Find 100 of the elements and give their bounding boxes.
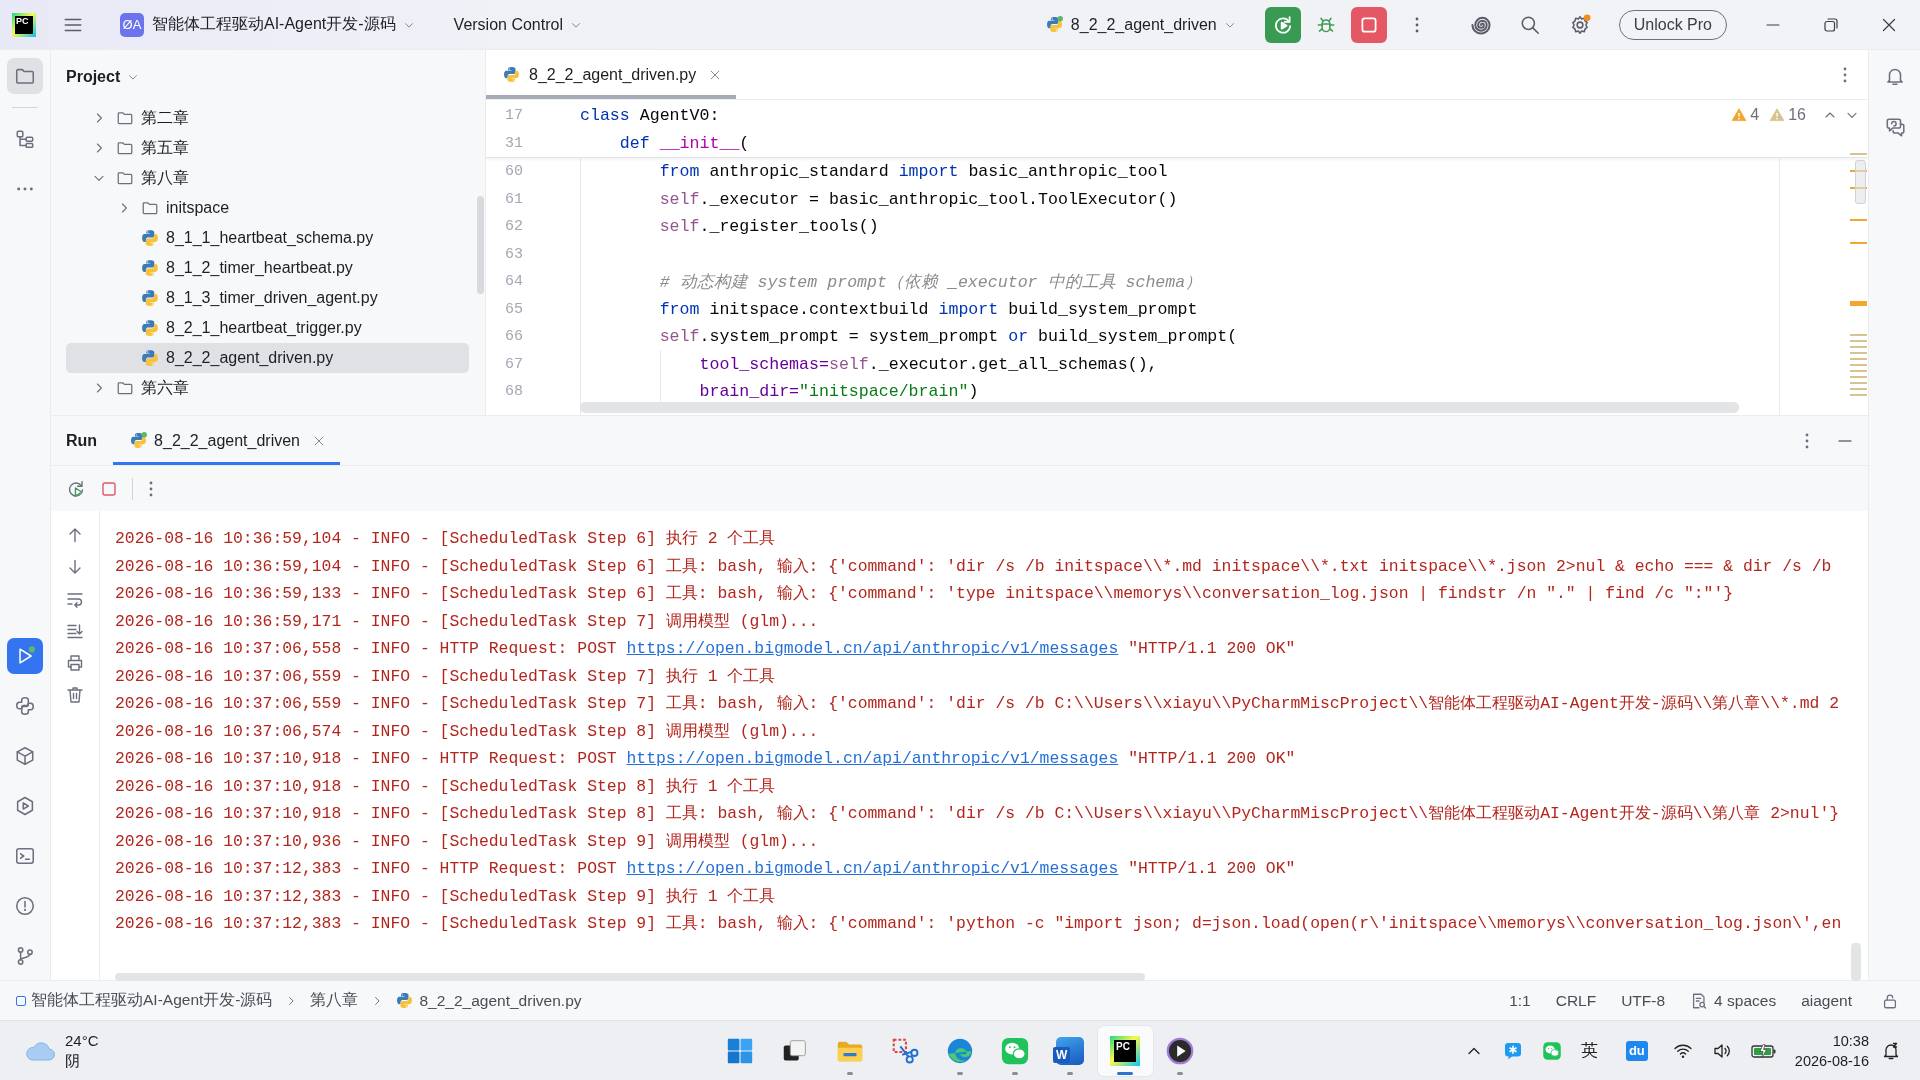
python-icon: [130, 432, 148, 449]
package-icon: [14, 745, 36, 767]
python-file-icon: [396, 992, 414, 1009]
log-line: 2026-08-16 10:37:10,936 - INFO - [ScheduledTask Step 9] 调用模型 (glm)...: [115, 830, 819, 853]
tree-item[interactable]: 第八章: [66, 163, 469, 193]
line-number: 65: [504, 300, 523, 318]
play-circle-icon: [1165, 1035, 1195, 1066]
spiral-icon[interactable]: [1470, 14, 1491, 35]
caret-position[interactable]: 1:1: [1509, 991, 1531, 1010]
code-line[interactable]: class AgentV0:: [523, 106, 720, 126]
project-view-selector[interactable]: Project: [66, 67, 141, 86]
log-line: 2026-08-16 10:37:10,918 - INFO - [ScheduledTask Step 8] 执行 1 个工具: [115, 775, 776, 798]
code-line[interactable]: self.system_prompt = system_prompt or build_system_prompt(: [523, 327, 1238, 347]
breadcrumb[interactable]: 第八章: [310, 990, 359, 1011]
input-method-indicator[interactable]: 英: [1580, 1039, 1598, 1062]
weather-condition[interactable]: 阴: [65, 1050, 99, 1071]
terminal-icon: [14, 845, 36, 867]
warning-count[interactable]: 4: [1750, 106, 1760, 124]
clock-time[interactable]: 10:38: [1832, 1030, 1869, 1051]
tray-app-badge[interactable]: du: [1625, 1040, 1648, 1061]
clock-date[interactable]: 2026-08-16: [1794, 1050, 1869, 1071]
folder-icon: [116, 139, 134, 157]
structure-icon: [14, 128, 36, 150]
tree-item[interactable]: 第二章: [66, 103, 469, 133]
printer-icon[interactable]: [65, 653, 85, 673]
line-number: 61: [504, 190, 523, 208]
ide-app-icon: PC: [1110, 1035, 1140, 1066]
tree-item[interactable]: initspace: [66, 193, 469, 223]
battery-icon[interactable]: [1750, 1042, 1777, 1059]
code-line[interactable]: tool_schemas=self._executor.get_all_schemas(),: [523, 354, 1158, 374]
project-tool-button[interactable]: [7, 58, 43, 94]
weak-warning-count[interactable]: 16: [1788, 106, 1806, 124]
breadcrumb[interactable]: 智能体工程驱动AI-Agent开发-源码: [16, 990, 273, 1011]
tree-item[interactable]: 第五章: [66, 133, 469, 163]
document-app-icon: W: [1056, 1036, 1084, 1065]
console-scrollbar[interactable]: [115, 973, 1145, 981]
tree-item[interactable]: 8_1_2_timer_heartbeat.py: [66, 253, 469, 283]
tree-item[interactable]: 8_2_1_heartbeat_trigger.py: [66, 313, 469, 343]
python-file-icon: [141, 349, 159, 367]
version-control-menu[interactable]: Version Control: [447, 7, 589, 42]
run-tab[interactable]: 8_2_2_agent_driven: [113, 416, 340, 465]
tree-item[interactable]: 8_1_1_heartbeat_schema.py: [66, 223, 469, 253]
rerun-icon[interactable]: [66, 478, 86, 499]
ide-app-button[interactable]: PC: [1097, 1025, 1153, 1076]
log-link[interactable]: https://open.bigmodel.cn/api/anthropic/v1/messages: [626, 749, 1119, 768]
log-link[interactable]: https://open.bigmodel.cn/api/anthropic/v1/messages: [626, 639, 1119, 658]
code-line[interactable]: # 动态构建 system prompt（依赖 _executor 中的工具 schema）: [523, 270, 1203, 293]
interpreter-selector[interactable]: aiagent: [1801, 991, 1852, 1010]
indent-setting[interactable]: 4 spaces: [1690, 991, 1777, 1010]
code-line[interactable]: self._register_tools(): [523, 217, 879, 237]
temperature[interactable]: 24°C: [65, 1030, 99, 1051]
line-separator[interactable]: CRLF: [1555, 991, 1597, 1010]
editor-tab[interactable]: 8_2_2_agent_driven.py: [486, 50, 737, 99]
project-badge: ØA: [120, 12, 144, 37]
star-bubble-icon[interactable]: [1502, 1040, 1523, 1061]
project-switcher[interactable]: ØA 智能体工程驱动AI-Agent开发-源码: [114, 7, 422, 42]
code-line[interactable]: from initspace.contextbuild import build_system_prompt: [523, 299, 1198, 319]
log-line: 2026-08-16 10:37:12,383 - INFO - [ScheduledTask Step 9] 工具: bash, 输入: {'command': 'python -c "import json; d=json.load(open(r\'initspace\\memorys\\conversation_log.json\',en: [115, 913, 1842, 935]
document-search-icon: [1690, 991, 1709, 1010]
python-icon: [1045, 16, 1063, 33]
line-number: 67: [504, 355, 523, 373]
tree-item[interactable]: 8_1_3_timer_driven_agent.py: [66, 283, 469, 313]
log-line: 2026-08-16 10:36:59,133 - INFO - [ScheduledTask Step 6] 工具: bash, 输入: {'command': 'type initspace\\memorys\\conversation_log.json | findstr /n "." | find /c ":"'}: [115, 583, 1734, 605]
more-icon[interactable]: [1805, 432, 1809, 449]
tree-item[interactable]: 第六章: [66, 373, 469, 403]
more-icon: [17, 187, 33, 191]
more-icon[interactable]: [1414, 16, 1419, 33]
line-number: 60: [504, 163, 523, 181]
tree-scrollbar[interactable]: [477, 196, 484, 294]
code-line[interactable]: self._executor = basic_anthropic_tool.ToolExecutor(): [523, 189, 1178, 209]
stop-button[interactable]: [1350, 6, 1387, 43]
line-number: 31: [504, 134, 523, 152]
scroll-to-end-icon[interactable]: [65, 621, 85, 641]
run-tool-button[interactable]: [7, 638, 43, 674]
code-line[interactable]: brain_dir="initspace/brain"): [523, 382, 979, 402]
editor-scrollbar[interactable]: [580, 402, 1739, 413]
log-line: 2026-08-16 10:37:10,918 - INFO - HTTP Request: POST https://open.bigmodel.cn/api/anthropic/v1/messages "HTTP/1.1 200 OK": [115, 748, 1296, 770]
python-file-icon: [141, 259, 159, 277]
code-line[interactable]: def __init__(: [523, 133, 750, 153]
log-link[interactable]: https://open.bigmodel.cn/api/anthropic/v1/messages: [626, 859, 1119, 878]
rerun-button[interactable]: [1264, 6, 1301, 43]
log-line: 2026-08-16 10:37:12,383 - INFO - [ScheduledTask Step 9] 执行 1 个工具: [115, 885, 776, 908]
python-icon: [14, 695, 36, 717]
app-logo[interactable]: PC: [12, 12, 36, 37]
tree-item[interactable]: 8_2_2_agent_driven.py: [66, 343, 469, 373]
line-number: 66: [504, 328, 523, 346]
document-app-button[interactable]: W: [1042, 1025, 1098, 1076]
folder-icon: [116, 169, 134, 187]
notification-bell-icon[interactable]: [1881, 1040, 1901, 1061]
chat-bubbles-icon: [1000, 1035, 1030, 1066]
breadcrumb[interactable]: 8_2_2_agent_driven.py: [396, 991, 582, 1010]
run-configuration-selector[interactable]: 8_2_2_agent_driven: [1039, 7, 1243, 42]
console-scrollbar-thumb[interactable]: [1851, 943, 1861, 981]
more-icon[interactable]: [149, 480, 153, 497]
log-line: 2026-08-16 10:36:59,104 - INFO - [ScheduledTask Step 6] 工具: bash, 输入: {'command': 'dir /s /b initspace\\*.md initspace\\*.txt initspace\\*.json 2>nul & echo === & dir /s /b: [115, 555, 1832, 578]
file-encoding[interactable]: UTF-8: [1621, 991, 1666, 1010]
chat-bubbles-icon[interactable]: [1541, 1040, 1562, 1061]
trash-icon[interactable]: [65, 685, 85, 705]
more-icon[interactable]: [1843, 66, 1847, 83]
code-line[interactable]: from anthropic_standard import basic_anthropic_tool: [523, 162, 1168, 182]
